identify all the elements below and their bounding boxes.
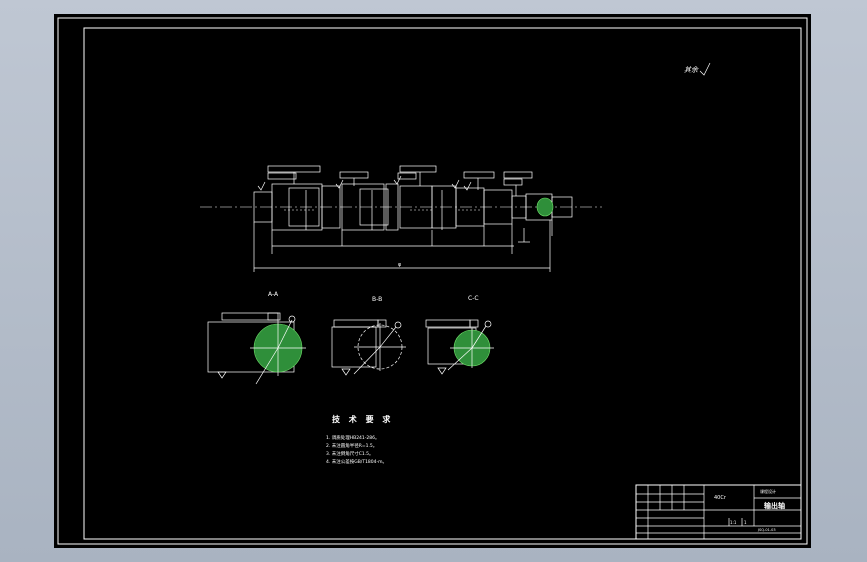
roughness-note: 其余 [684, 66, 699, 74]
tech-note: 4. 未注公差按GB/T1804-m。 [326, 458, 387, 465]
drawing-sheet: 其余 φ A-A B-B C-C 技 术 要 求 1. 调质处理HB241-28… [54, 14, 811, 548]
shaft-main-view: φ [200, 165, 602, 272]
scale-cell: 1:1 [730, 520, 737, 525]
inner-frame [83, 27, 802, 540]
overall-length-dim: φ [398, 262, 402, 268]
section-a-label: A-A [268, 291, 279, 298]
section-b-view: B-B [331, 296, 406, 376]
section-c-view: C-C [425, 295, 494, 375]
title-block: 40Cr 课程设计 输出轴 1:1 1 JSQ-01-03 [635, 484, 802, 540]
section-b-label: B-B [372, 296, 382, 303]
technical-requirements: 技 术 要 求 1. 调质处理HB241-286。 2. 未注圆角半径R=1.5… [326, 414, 393, 465]
drawing-canvas: 其余 φ A-A B-B C-C 技 术 要 求 1. 调质处理HB241-28… [57, 17, 808, 545]
tech-note: 1. 调质处理HB241-286。 [326, 434, 380, 441]
outer-frame [57, 17, 808, 545]
end-section-hatch [536, 197, 554, 217]
roughness-symbol-icon [699, 62, 711, 76]
part-name-cell: 输出轴 [764, 501, 785, 510]
school-cell: 课程设计 [760, 488, 776, 494]
tech-note: 2. 未注圆角半径R=1.5。 [326, 442, 377, 449]
cad-viewport[interactable]: 其余 φ A-A B-B C-C 技 术 要 求 1. 调质处理HB241-28… [0, 0, 867, 562]
section-a-view: A-A [207, 291, 306, 385]
count-cell: 1 [744, 520, 747, 525]
material-cell: 40Cr [714, 495, 727, 501]
drawing-number-cell: JSQ-01-03 [757, 528, 776, 532]
section-c-label: C-C [468, 295, 479, 302]
tech-note: 3. 未注倒角尺寸C1.5。 [326, 450, 374, 457]
tech-requirements-title: 技 术 要 求 [332, 414, 393, 424]
